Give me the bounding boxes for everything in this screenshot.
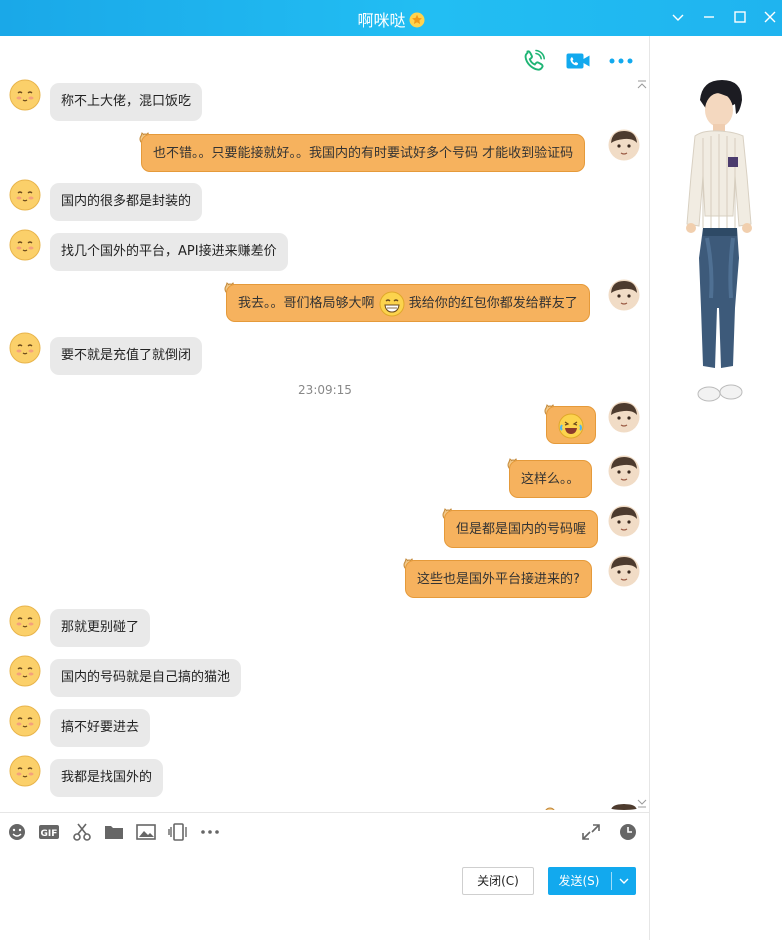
image-icon[interactable] <box>136 823 156 841</box>
message-bubble-received[interactable]: 那就更别碰了 <box>50 609 151 647</box>
message-bubble-sent[interactable] <box>546 406 596 444</box>
chevron-down-icon[interactable] <box>667 6 689 28</box>
close-icon[interactable] <box>759 6 781 28</box>
message-timestamp: 23:09:15 <box>298 383 352 397</box>
message-bubble-received[interactable]: 国内的很多都是封装的 <box>50 183 203 221</box>
message-bubble-sent[interactable]: 也不错。。只要能接就好。。我国内的有时要试好多个号码 才能收到验证码 <box>141 134 586 172</box>
message-text: 找几个国外的平台，API接进来赚差价 <box>61 244 277 259</box>
send-button-label: 发送(S) <box>558 874 600 888</box>
contact-avatar[interactable] <box>9 605 41 637</box>
contact-avatar[interactable] <box>9 229 41 261</box>
contact-avatar[interactable] <box>9 79 41 111</box>
message-bubble-received[interactable]: 搞不好要进去 <box>50 709 151 747</box>
contact-avatar[interactable] <box>9 755 41 787</box>
my-avatar[interactable] <box>608 455 640 487</box>
message-bubble-sent[interactable]: 我去。。哥们格局够大啊 我给你的红包你都发给群友了 <box>226 284 590 322</box>
message-bubble-received[interactable]: 要不就是充值了就倒闭 <box>50 337 203 375</box>
message-text: 我给你的红包你都发给群友了 <box>408 296 578 311</box>
laugh-cry-emoji-icon <box>558 413 584 439</box>
gif-icon[interactable]: GIF <box>39 823 59 841</box>
emoji-icon[interactable] <box>7 823 27 841</box>
message-bubble-sent[interactable]: 这样么。。 <box>509 460 592 498</box>
contact-avatar[interactable] <box>9 655 41 687</box>
more-tools-icon[interactable] <box>200 823 220 841</box>
maximize-icon[interactable] <box>729 6 751 28</box>
message-list[interactable]: 称不上大佬，混口饭吃 也不错。。只要能接就好。。我国内的有时要试好多个号码 才能… <box>0 36 650 810</box>
input-toolbar: GIF <box>0 812 650 848</box>
close-button[interactable]: 关闭(C) <box>462 867 534 895</box>
message-text: 这样么。。 <box>521 472 580 487</box>
my-avatar[interactable] <box>608 401 640 433</box>
message-bubble-received[interactable]: 我都是找国外的 <box>50 759 164 797</box>
send-button-divider <box>611 872 612 890</box>
message-text: 国内的很多都是封装的 <box>61 194 192 209</box>
message-bubble-received[interactable]: 找几个国外的平台，API接进来赚差价 <box>50 233 288 271</box>
screen-shake-icon[interactable] <box>168 823 188 841</box>
svg-text:GIF: GIF <box>41 829 58 839</box>
minimize-icon[interactable] <box>698 6 720 28</box>
message-text: 也不错。。只要能接就好。。我国内的有时要试好多个号码 才能收到验证码 <box>153 146 574 161</box>
message-text: 这些也是国外平台接进来的? <box>417 572 580 587</box>
grin-emoji-icon <box>379 291 405 316</box>
my-avatar[interactable] <box>608 555 640 587</box>
message-bubble-sent[interactable]: 这些也是国外平台接进来的? <box>405 560 592 598</box>
my-avatar[interactable] <box>608 804 640 810</box>
message-text: 国内的号码就是自己搞的猫池 <box>61 670 231 685</box>
message-text: 但是都是国内的号码喔 <box>456 522 587 537</box>
my-avatar[interactable] <box>608 279 640 311</box>
my-avatar[interactable] <box>608 129 640 161</box>
title-bar: 啊咪哒 <box>0 0 782 36</box>
star-badge-icon <box>409 12 424 28</box>
message-text: 搞不好要进去 <box>61 720 140 735</box>
message-bubble-received[interactable]: 称不上大佬，混口饭吃 <box>50 83 203 121</box>
window-title-wrap: 啊咪哒 <box>0 7 782 31</box>
cat-decoration-icon <box>545 807 555 810</box>
profile-show-panel <box>651 36 782 940</box>
send-options-chevron-icon[interactable] <box>617 867 631 895</box>
my-avatar[interactable] <box>608 505 640 537</box>
avatar-figure-image[interactable] <box>673 78 763 414</box>
message-bubble-sent[interactable]: 但是都是国内的号码喔 <box>444 510 599 548</box>
window-title: 啊咪哒 <box>357 11 406 30</box>
message-text: 我都是找国外的 <box>61 770 153 785</box>
message-bubble-received[interactable]: 国内的号码就是自己搞的猫池 <box>50 659 242 697</box>
expand-icon[interactable] <box>581 823 601 841</box>
contact-avatar[interactable] <box>9 179 41 211</box>
folder-icon[interactable] <box>104 823 124 841</box>
contact-avatar[interactable] <box>9 332 41 364</box>
send-button[interactable]: 发送(S) <box>548 867 636 895</box>
message-text: 称不上大佬，混口饭吃 <box>61 94 192 109</box>
message-text: 那就更别碰了 <box>61 620 140 635</box>
message-text: 我去。。哥们格局够大啊 <box>238 296 375 311</box>
contact-avatar[interactable] <box>9 705 41 737</box>
history-clock-icon[interactable] <box>618 823 638 841</box>
scissors-icon[interactable] <box>72 823 92 841</box>
message-text: 要不就是充值了就倒闭 <box>61 348 192 363</box>
chat-panel: 称不上大佬，混口饭吃 也不错。。只要能接就好。。我国内的有时要试好多个号码 才能… <box>0 36 650 940</box>
